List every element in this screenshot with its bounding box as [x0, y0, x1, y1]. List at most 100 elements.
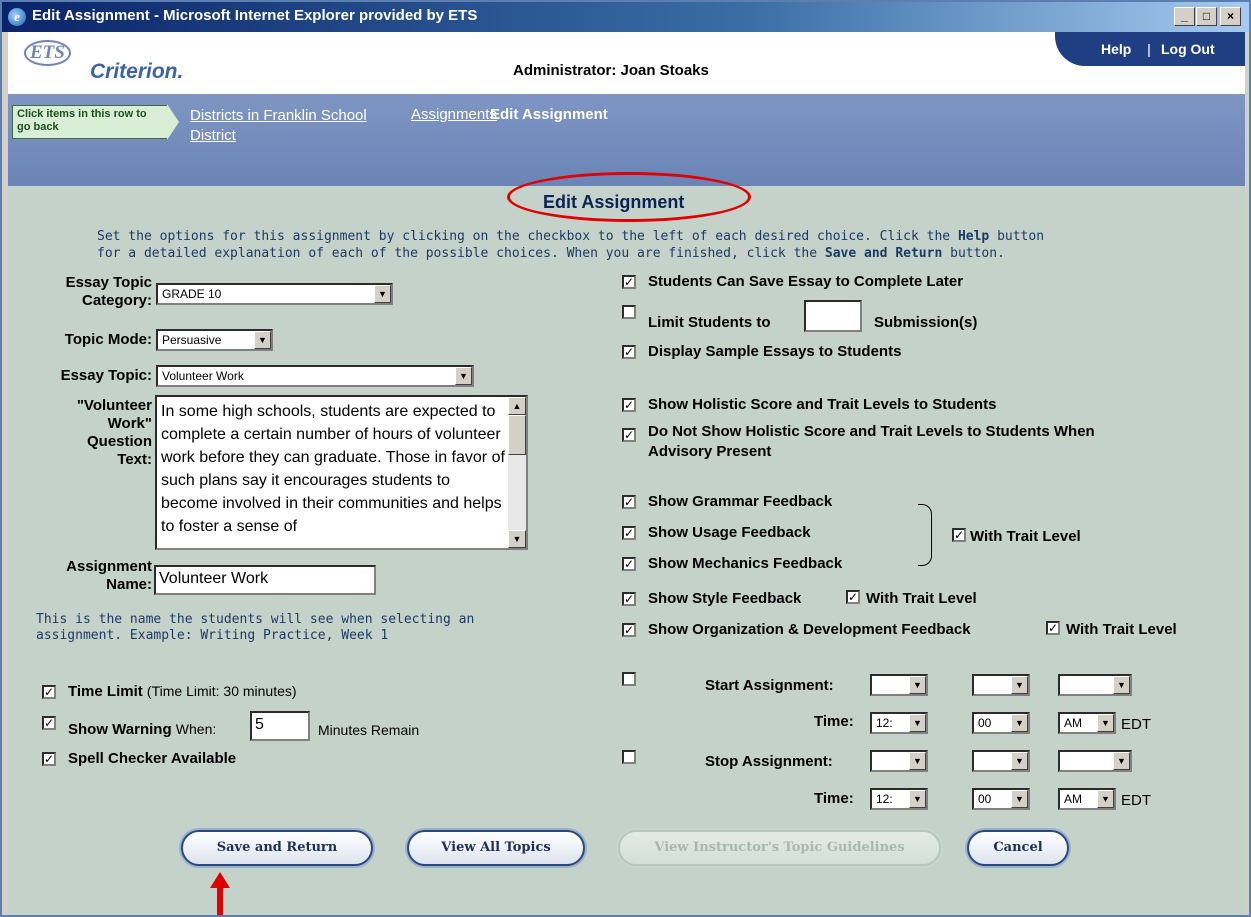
usage-label: Show Usage Feedback [648, 524, 811, 541]
show-warning-checkbox[interactable]: ✓ [42, 716, 56, 730]
minutes-remain-label: Minutes Remain [318, 722, 420, 738]
window-titlebar[interactable]: e Edit Assignment - Microsoft Internet E… [2, 2, 1249, 32]
style-label: Show Style Feedback [648, 590, 802, 607]
stop-hour-select[interactable]: 12: ▼ [870, 788, 928, 810]
breadcrumb-assignments-link[interactable]: Assignments [411, 106, 497, 123]
stop-timezone-label: EDT [1121, 792, 1151, 809]
display-samples-checkbox[interactable]: ✓ [622, 345, 636, 359]
stop-time-label: Time: [814, 790, 854, 807]
view-all-topics-button[interactable]: View All Topics [407, 830, 585, 866]
question-text-label: "Volunteer Work" Question Text: [76, 397, 152, 468]
start-assignment-label: Start Assignment: [705, 677, 834, 694]
maximize-button[interactable]: □ [1196, 7, 1217, 26]
help-link[interactable]: Help [1101, 41, 1131, 57]
assignment-name-label: Assignment Name: [66, 558, 152, 593]
stop-year-select[interactable]: ▼ [1058, 750, 1132, 772]
limit-students-label: Limit Students to [648, 314, 771, 331]
stop-day-select[interactable]: ▼ [972, 750, 1030, 772]
start-day-select[interactable]: ▼ [972, 674, 1030, 696]
logout-link[interactable]: Log Out [1161, 41, 1215, 57]
assignment-name-input[interactable]: Volunteer Work [154, 565, 376, 595]
feedback-group-bracket [918, 504, 932, 566]
start-time-label: Time: [814, 713, 854, 730]
instructions-line-1: Set the options for this assignment by c… [97, 229, 1045, 244]
topic-mode-select[interactable]: Persuasive ▼ [156, 329, 273, 351]
stop-minute-select[interactable]: 00 ▼ [972, 788, 1030, 810]
chevron-down-icon: ▼ [909, 752, 926, 770]
essay-topic-select[interactable]: Volunteer Work ▼ [156, 365, 474, 387]
question-text-area[interactable]: In some high schools, students are expec… [155, 395, 528, 550]
organization-trait-level-checkbox[interactable]: ✓ [1046, 621, 1060, 635]
breadcrumb-districts-link[interactable]: Districts in Franklin School District [190, 106, 370, 146]
breadcrumb-current: Edit Assignment [490, 106, 608, 123]
save-later-checkbox[interactable]: ✓ [622, 275, 636, 289]
essay-category-select[interactable]: GRADE 10 ▼ [156, 283, 393, 305]
style-trait-level-label: With Trait Level [866, 590, 977, 607]
start-assignment-checkbox[interactable] [622, 672, 636, 686]
mechanics-label: Show Mechanics Feedback [648, 555, 843, 572]
show-holistic-checkbox[interactable]: ✓ [622, 398, 636, 412]
usage-checkbox[interactable]: ✓ [622, 526, 636, 540]
organization-label: Show Organization & Development Feedback [648, 621, 971, 638]
essay-category-label: Essay Topic Category: [65, 274, 152, 309]
mechanics-checkbox[interactable]: ✓ [622, 557, 636, 571]
start-minute-select[interactable]: 00 ▼ [972, 712, 1030, 734]
cancel-button[interactable]: Cancel [967, 830, 1069, 866]
start-hour-select[interactable]: 12: ▼ [870, 712, 928, 734]
display-samples-label: Display Sample Essays to Students [648, 343, 902, 360]
scroll-up-icon[interactable]: ▲ [508, 397, 526, 415]
grammar-label: Show Grammar Feedback [648, 493, 833, 510]
chevron-down-icon: ▼ [1097, 714, 1114, 732]
grammar-trait-level-label: With Trait Level [970, 528, 1081, 545]
chevron-down-icon: ▼ [909, 676, 926, 694]
browser-window: e Edit Assignment - Microsoft Internet E… [0, 0, 1251, 917]
chevron-down-icon: ▼ [1011, 676, 1028, 694]
style-checkbox[interactable]: ✓ [622, 592, 636, 606]
save-and-return-button[interactable]: Save and Return [181, 830, 373, 866]
start-timezone-label: EDT [1121, 716, 1151, 733]
help-bar: Help | Log Out [1055, 32, 1245, 66]
start-ampm-select[interactable]: AM ▼ [1058, 712, 1116, 734]
time-limit-checkbox[interactable]: ✓ [42, 685, 56, 699]
chevron-down-icon: ▼ [909, 714, 926, 732]
spell-checker-checkbox[interactable]: ✓ [42, 752, 56, 766]
close-button[interactable]: × [1220, 7, 1241, 26]
start-year-select[interactable]: ▼ [1058, 674, 1132, 696]
dont-show-holistic-checkbox[interactable]: ✓ [622, 428, 636, 442]
limit-students-checkbox[interactable] [622, 305, 636, 319]
submissions-label: Submission(s) [874, 314, 978, 331]
show-holistic-label: Show Holistic Score and Trait Levels to … [648, 396, 997, 413]
question-scrollbar[interactable]: ▲ ▼ [508, 397, 526, 548]
save-later-label: Students Can Save Essay to Complete Late… [648, 273, 964, 290]
stop-assignment-checkbox[interactable] [622, 750, 636, 764]
stop-month-select[interactable]: ▼ [870, 750, 928, 772]
chevron-down-icon: ▼ [374, 285, 391, 303]
chevron-down-icon: ▼ [909, 790, 926, 808]
topic-mode-label: Topic Mode: [64, 331, 152, 348]
minimize-button[interactable]: _ [1174, 7, 1195, 26]
chevron-down-icon: ▼ [1097, 790, 1114, 808]
stop-assignment-label: Stop Assignment: [705, 753, 833, 770]
scroll-thumb[interactable] [508, 415, 526, 455]
show-warning-label: Show Warning When: [68, 721, 217, 738]
start-month-select[interactable]: ▼ [870, 674, 928, 696]
annotation-ellipse [507, 172, 751, 222]
scroll-down-icon[interactable]: ▼ [508, 530, 526, 548]
warning-minutes-input[interactable]: 5 [250, 711, 310, 741]
chevron-down-icon: ▼ [1011, 790, 1028, 808]
chevron-down-icon: ▼ [1011, 714, 1028, 732]
grammar-checkbox[interactable]: ✓ [622, 495, 636, 509]
breadcrumb-arrow-icon [167, 104, 179, 140]
style-trait-level-checkbox[interactable]: ✓ [846, 590, 860, 604]
annotation-arrow-icon [210, 872, 230, 915]
essay-topic-label: Essay Topic: [60, 367, 152, 384]
grammar-trait-level-checkbox[interactable]: ✓ [952, 528, 966, 542]
ets-logo: ETS [24, 40, 71, 66]
site-header: ETS Criterion. Administrator: Joan Stoak… [8, 32, 1245, 94]
stop-ampm-select[interactable]: AM ▼ [1058, 788, 1116, 810]
organization-checkbox[interactable]: ✓ [622, 623, 636, 637]
time-limit-label: Time Limit (Time Limit: 30 minutes) [68, 683, 297, 700]
limit-submissions-input[interactable] [804, 300, 862, 332]
window-title: Edit Assignment - Microsoft Internet Exp… [32, 7, 478, 24]
name-note-line-2: assignment. Example: Writing Practice, W… [36, 628, 389, 643]
